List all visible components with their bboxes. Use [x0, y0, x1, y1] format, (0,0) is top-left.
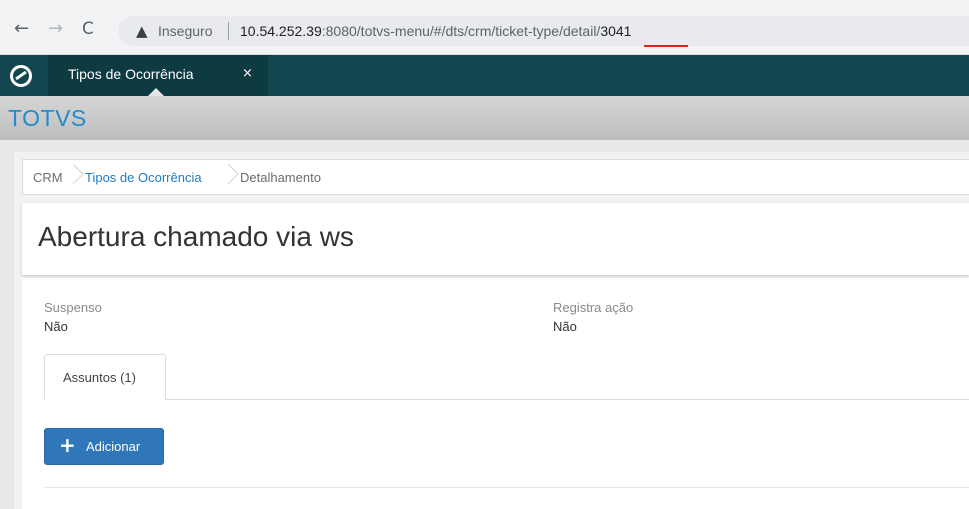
- brand-title: TOTVS: [8, 105, 87, 131]
- tab-label: Tipos de Ocorrência: [68, 66, 194, 82]
- forward-arrow-icon[interactable]: →: [48, 20, 63, 38]
- breadcrumb-crm[interactable]: CRM: [33, 170, 63, 185]
- title-card: Abertura chamado via ws: [22, 203, 969, 275]
- breadcrumb-tipos-de-ocorrencia[interactable]: Tipos de Ocorrência: [85, 170, 202, 185]
- app-header: TOTVS: [0, 96, 969, 140]
- tab-assuntos-label: Assuntos (1): [63, 370, 136, 385]
- field-value-suspenso: Não: [44, 319, 68, 334]
- details-panel: Suspenso Não Registra ação Não Assuntos …: [22, 278, 969, 509]
- close-icon[interactable]: ×: [242, 66, 253, 81]
- add-button-label: Adicionar: [86, 439, 141, 454]
- address-separator: [228, 22, 229, 40]
- url-host: 10.54.252.39: [240, 23, 322, 39]
- breadcrumb-separator: [224, 163, 234, 191]
- breadcrumb-separator: [69, 163, 79, 191]
- tab-tipos-de-ocorrencia[interactable]: Tipos de Ocorrência ×: [48, 55, 268, 96]
- back-arrow-icon[interactable]: ←: [14, 20, 29, 38]
- tabs-divider: [44, 399, 969, 400]
- address-bar[interactable]: ▲ Inseguro 10.54.252.39:8080/totvs-menu/…: [118, 16, 969, 47]
- field-value-registra-acao: Não: [553, 319, 577, 334]
- page-title: Abertura chamado via ws: [38, 221, 354, 252]
- url-id-underline-annotation: [644, 45, 688, 47]
- add-button[interactable]: + Adicionar: [44, 428, 164, 465]
- app-tab-bar: Tipos de Ocorrência ×: [0, 55, 969, 96]
- field-label-suspenso: Suspenso: [44, 300, 102, 315]
- browser-toolbar: ← → C ▲ Inseguro 10.54.252.39:8080/totvs…: [0, 0, 969, 55]
- active-tab-caret: [148, 88, 164, 96]
- insecure-label[interactable]: Inseguro: [158, 23, 212, 39]
- breadcrumb-detalhamento: Detalhamento: [240, 170, 321, 185]
- plus-icon: +: [59, 433, 76, 457]
- url-text[interactable]: 10.54.252.39:8080/totvs-menu/#/dts/crm/t…: [240, 23, 631, 39]
- totvs-logo-icon[interactable]: [10, 65, 32, 87]
- url-path: :8080/totvs-menu/#/dts/crm/ticket-type/d…: [321, 23, 601, 39]
- reload-icon[interactable]: C: [82, 20, 94, 38]
- url-id: 3041: [600, 23, 632, 39]
- breadcrumb: CRM Tipos de Ocorrência Detalhamento: [22, 159, 969, 195]
- tab-assuntos[interactable]: Assuntos (1): [44, 354, 166, 400]
- field-label-registra-acao: Registra ação: [553, 300, 634, 315]
- section-divider: [44, 487, 969, 488]
- warning-icon[interactable]: ▲: [136, 22, 148, 40]
